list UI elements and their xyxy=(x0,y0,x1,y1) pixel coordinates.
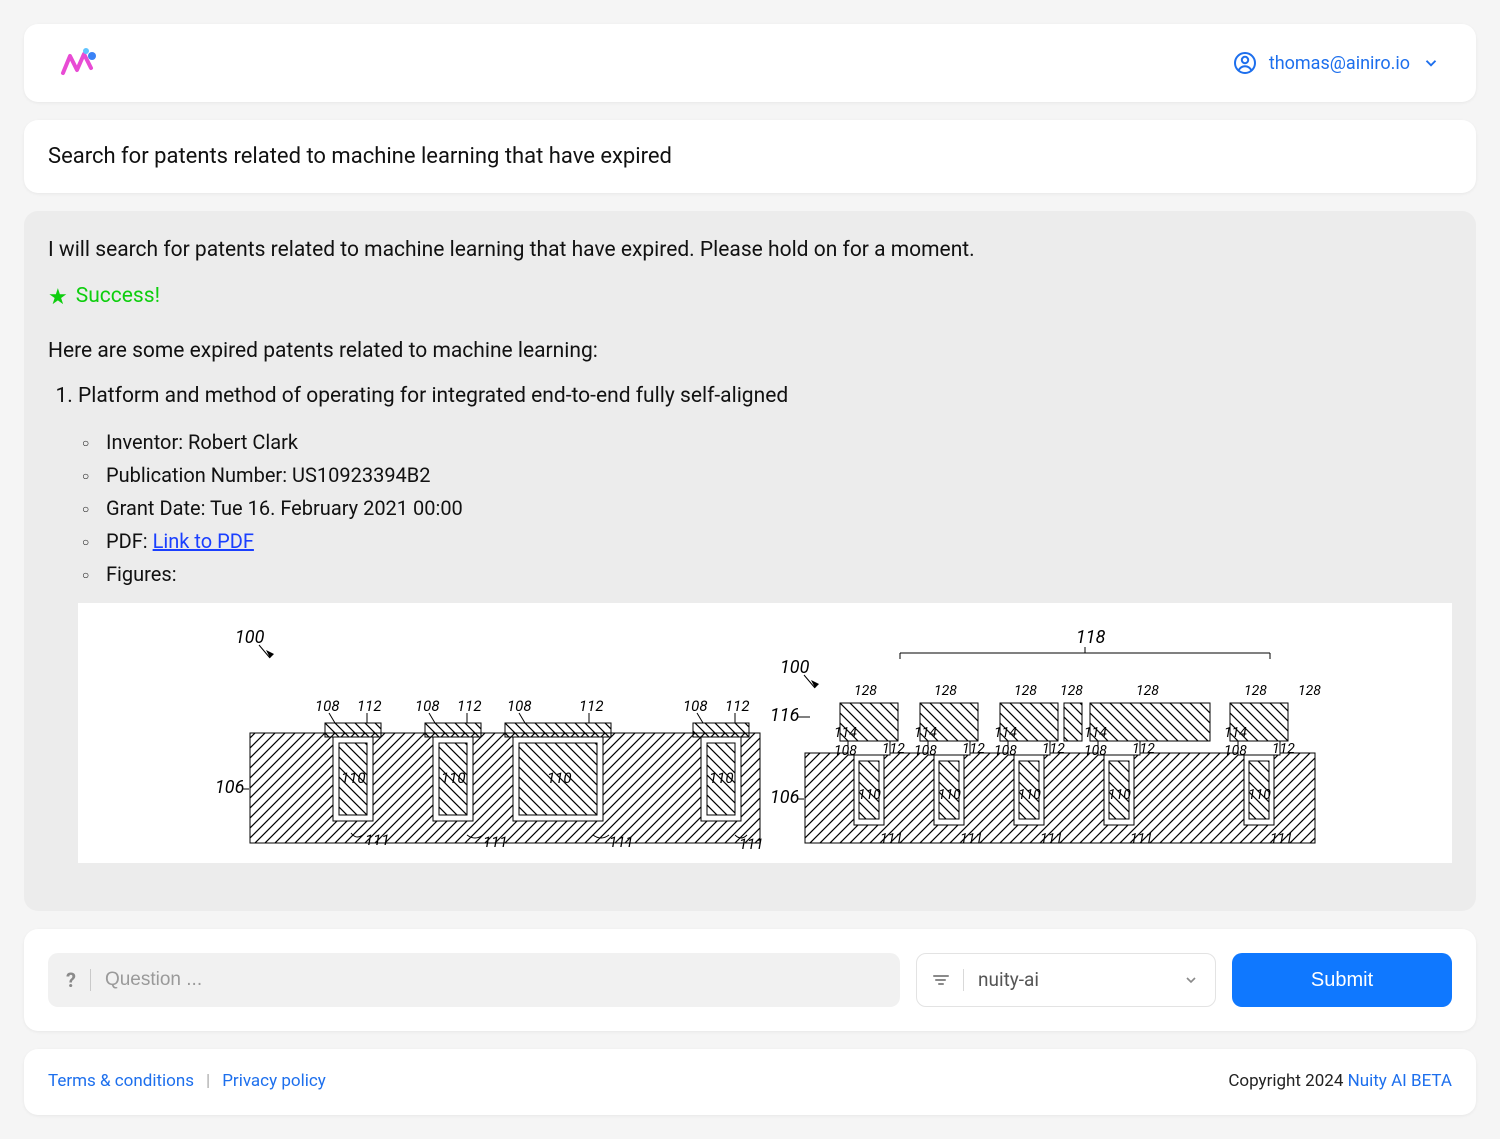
svg-text:110: 110 xyxy=(1108,787,1131,803)
svg-text:111: 111 xyxy=(365,831,390,849)
svg-text:111: 111 xyxy=(1270,831,1293,847)
svg-text:116: 116 xyxy=(770,705,799,726)
pdf-link[interactable]: Link to PDF xyxy=(153,529,254,553)
svg-text:108: 108 xyxy=(834,743,857,759)
user-menu[interactable]: thomas@ainiro.io xyxy=(1233,50,1440,77)
svg-text:108: 108 xyxy=(914,743,937,759)
patent-figures: 100 106 108 xyxy=(78,603,1452,874)
svg-text:112: 112 xyxy=(457,697,482,715)
svg-text:128: 128 xyxy=(1060,683,1083,699)
svg-text:112: 112 xyxy=(1132,741,1155,757)
svg-text:114: 114 xyxy=(994,725,1017,741)
svg-text:128: 128 xyxy=(1298,683,1321,699)
svg-text:108: 108 xyxy=(994,743,1017,759)
terms-link[interactable]: Terms & conditions xyxy=(48,1069,194,1095)
svg-text:128: 128 xyxy=(1136,683,1159,699)
input-bar: ? nuity-ai Submit xyxy=(24,929,1476,1031)
model-select[interactable]: nuity-ai xyxy=(916,953,1216,1007)
svg-text:112: 112 xyxy=(882,741,905,757)
svg-text:114: 114 xyxy=(1224,725,1247,741)
svg-text:114: 114 xyxy=(834,725,857,741)
select-divider xyxy=(963,969,964,991)
header-bar: thomas@ainiro.io xyxy=(24,24,1476,102)
svg-text:108: 108 xyxy=(1224,743,1247,759)
pdf-row: PDF: Link to PDF xyxy=(106,526,1452,556)
svg-text:111: 111 xyxy=(483,833,508,851)
patent-details: Inventor: Robert Clark Publication Numbe… xyxy=(78,427,1452,589)
svg-text:128: 128 xyxy=(1014,683,1037,699)
patent-item: Platform and method of operating for int… xyxy=(78,381,1452,873)
svg-text:110: 110 xyxy=(547,769,572,787)
inventor-row: Inventor: Robert Clark xyxy=(106,427,1452,457)
footer-links: Terms & conditions | Privacy policy xyxy=(48,1069,326,1095)
submit-button[interactable]: Submit xyxy=(1232,953,1452,1007)
svg-text:111: 111 xyxy=(739,835,764,853)
svg-text:108: 108 xyxy=(507,697,532,715)
user-icon xyxy=(1233,51,1257,75)
svg-text:100: 100 xyxy=(235,627,265,648)
model-selected: nuity-ai xyxy=(978,966,1183,995)
footer-separator: | xyxy=(206,1069,210,1095)
svg-text:100: 100 xyxy=(780,657,810,678)
question-input-wrap[interactable]: ? xyxy=(48,953,900,1007)
svg-text:112: 112 xyxy=(725,697,750,715)
grant-row: Grant Date: Tue 16. February 2021 00:00 xyxy=(106,493,1452,523)
svg-text:106: 106 xyxy=(215,777,244,798)
query-display: Search for patents related to machine le… xyxy=(24,120,1476,193)
query-text: Search for patents related to machine le… xyxy=(48,144,672,169)
result-panel: I will search for patents related to mac… xyxy=(24,211,1476,911)
svg-text:128: 128 xyxy=(854,683,877,699)
svg-text:114: 114 xyxy=(914,725,937,741)
svg-text:108: 108 xyxy=(315,697,340,715)
svg-text:108: 108 xyxy=(415,697,440,715)
svg-text:110: 110 xyxy=(1248,787,1271,803)
svg-text:118: 118 xyxy=(1076,627,1106,648)
svg-text:110: 110 xyxy=(709,769,734,787)
chevron-down-icon xyxy=(1183,972,1199,988)
svg-text:112: 112 xyxy=(579,697,604,715)
figures-row: Figures: xyxy=(106,559,1452,589)
patent-list: Platform and method of operating for int… xyxy=(48,381,1452,873)
svg-text:112: 112 xyxy=(962,741,985,757)
pubnum-row: Publication Number: US10923394B2 xyxy=(106,460,1452,490)
patent-figure-svg: 100 106 108 xyxy=(78,603,1452,863)
footer: Terms & conditions | Privacy policy Copy… xyxy=(24,1049,1476,1115)
svg-text:106: 106 xyxy=(770,787,799,808)
svg-text:108: 108 xyxy=(1084,743,1107,759)
footer-copyright: Copyright 2024 Nuity AI BETA xyxy=(1228,1069,1452,1095)
svg-text:111: 111 xyxy=(609,833,634,851)
svg-text:110: 110 xyxy=(938,787,961,803)
svg-text:111: 111 xyxy=(960,831,983,847)
success-label: Success! xyxy=(76,281,160,313)
question-input[interactable] xyxy=(105,969,882,991)
input-divider xyxy=(90,969,91,991)
chevron-down-icon xyxy=(1422,54,1440,72)
privacy-link[interactable]: Privacy policy xyxy=(222,1069,326,1095)
svg-text:128: 128 xyxy=(1244,683,1267,699)
question-icon: ? xyxy=(66,965,76,995)
svg-text:110: 110 xyxy=(441,769,466,787)
app-logo xyxy=(60,46,100,80)
svg-text:128: 128 xyxy=(934,683,957,699)
patent-title: Platform and method of operating for int… xyxy=(78,381,1452,413)
svg-text:110: 110 xyxy=(1018,787,1041,803)
svg-text:111: 111 xyxy=(880,831,903,847)
svg-text:111: 111 xyxy=(1130,831,1153,847)
result-intro2: Here are some expired patents related to… xyxy=(48,336,1452,368)
brand-link[interactable]: Nuity AI BETA xyxy=(1348,1071,1452,1091)
user-email: thomas@ainiro.io xyxy=(1269,50,1410,77)
svg-text:112: 112 xyxy=(357,697,382,715)
svg-text:112: 112 xyxy=(1272,741,1295,757)
svg-text:108: 108 xyxy=(683,697,708,715)
svg-text:110: 110 xyxy=(341,769,366,787)
status-success: ★ Success! xyxy=(48,281,1452,314)
svg-text:112: 112 xyxy=(1042,741,1065,757)
svg-text:110: 110 xyxy=(858,787,881,803)
svg-text:111: 111 xyxy=(1040,831,1063,847)
svg-text:114: 114 xyxy=(1084,725,1107,741)
star-icon: ★ xyxy=(48,281,68,314)
result-intro: I will search for patents related to mac… xyxy=(48,235,1452,267)
filter-icon xyxy=(933,975,949,985)
